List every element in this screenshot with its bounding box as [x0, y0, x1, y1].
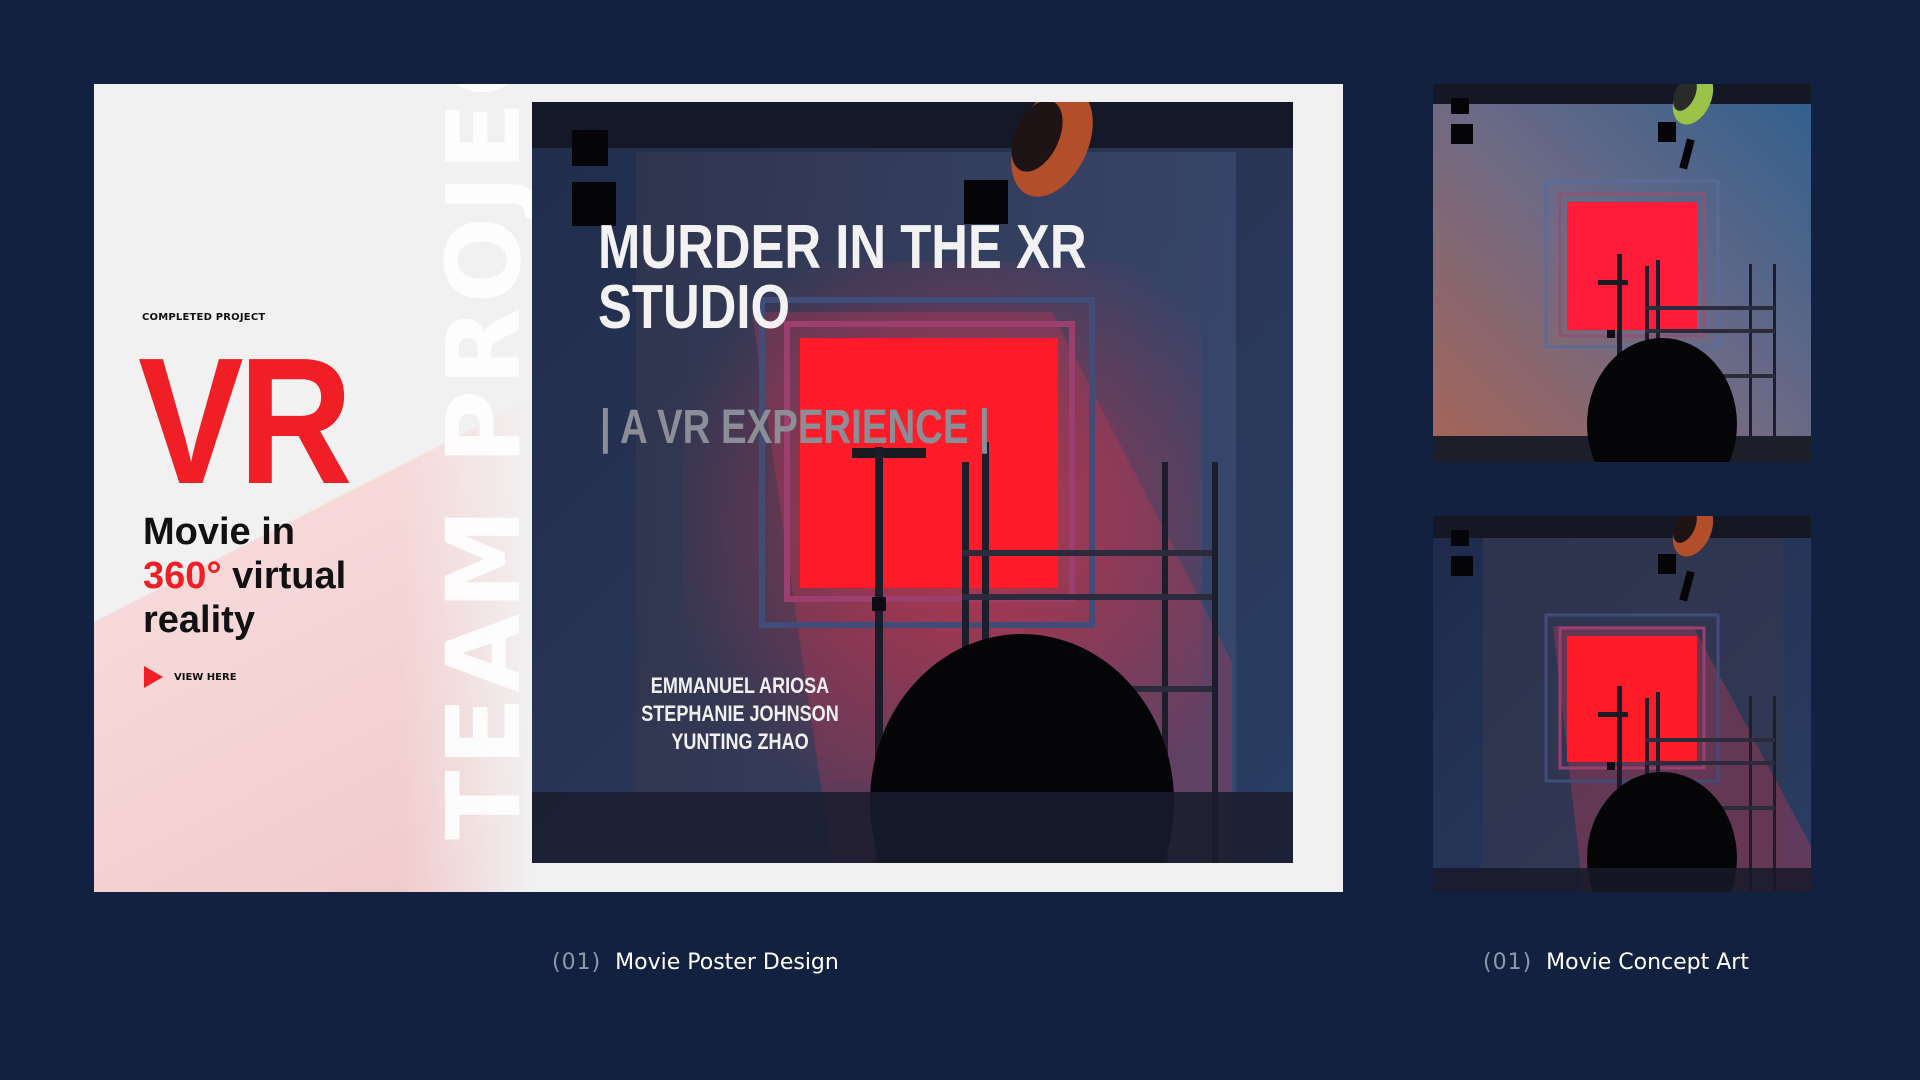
concept-art-image	[1433, 516, 1811, 892]
caption-poster: (01) Movie Poster Design	[552, 950, 839, 975]
poster-title-line-1: MURDER IN THE XR	[598, 213, 1087, 282]
view-here-label: VIEW HERE	[174, 671, 237, 683]
project-card[interactable]: TEAM PROJECT COMPLETED PROJECT VR Movie …	[94, 84, 1343, 892]
concept-art-thumbnail-2[interactable]	[1433, 516, 1811, 892]
tagline-line-1: Movie in	[143, 511, 296, 553]
poster-credits: EMMANUEL ARIOSA STEPHANIE JOHNSON YUNTIN…	[618, 672, 862, 756]
concept-art-image	[1433, 84, 1811, 462]
caption-number: (01)	[1483, 950, 1533, 975]
tagline-word: virtual	[232, 555, 347, 597]
tagline: Movie in 360° virtual reality	[143, 510, 346, 642]
tagline-highlight: 360°	[143, 555, 222, 597]
play-icon	[144, 666, 163, 688]
caption-concept-art: (01) Movie Concept Art	[1483, 950, 1749, 975]
view-here-link[interactable]: VIEW HERE	[144, 666, 237, 688]
poster-title: MURDER IN THE XR STUDIO	[598, 213, 1087, 342]
tagline-line-2: 360° virtual	[143, 554, 346, 598]
card-title: VR	[138, 321, 353, 522]
caption-number: (01)	[552, 950, 602, 975]
credit-name: YUNTING ZHAO	[671, 729, 809, 754]
side-title: TEAM PROJECT	[425, 84, 544, 840]
caption-label: Movie Concept Art	[1546, 950, 1749, 975]
credit-name: EMMANUEL ARIOSA	[650, 673, 830, 698]
movie-poster-image[interactable]: MURDER IN THE XR STUDIO | A VR EXPERIENC…	[532, 102, 1293, 863]
poster-subtitle: | A VR EXPERIENCE |	[600, 401, 990, 454]
caption-label: Movie Poster Design	[615, 950, 839, 975]
tagline-line-3: reality	[143, 599, 255, 641]
credit-name: STEPHANIE JOHNSON	[641, 701, 839, 726]
concept-art-thumbnail-1[interactable]	[1433, 84, 1811, 462]
poster-title-line-2: STUDIO	[598, 273, 791, 342]
